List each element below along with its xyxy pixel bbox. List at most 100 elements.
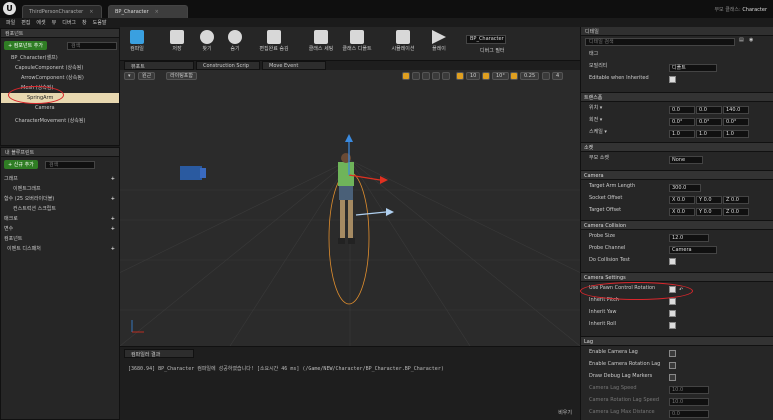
close-icon[interactable]: × [155, 9, 159, 15]
scale-icon[interactable] [422, 72, 430, 80]
socket-offset-x[interactable]: X 0.0 [669, 196, 695, 204]
do-collision-test-checkbox[interactable] [669, 258, 676, 265]
translate-icon[interactable] [402, 72, 410, 80]
probe-channel-select[interactable]: Camera [669, 246, 717, 254]
list-item-construction-script[interactable]: 컨스트럭션 스크립트 [1, 204, 119, 214]
add-graph-icon[interactable]: + [111, 174, 115, 184]
menu-file[interactable]: 파일 [6, 19, 15, 26]
blueprint-search-input[interactable]: 검색 [45, 161, 95, 169]
parent-class-link[interactable]: Character [742, 7, 767, 13]
lag-max-distance-input[interactable]: 0.0 [669, 410, 709, 418]
rotation-z[interactable]: 0.0° [723, 118, 749, 126]
rotation-snap-value[interactable]: 10° [492, 72, 509, 80]
scale-x[interactable]: 1.0 [669, 130, 695, 138]
section-lag[interactable]: Lag [581, 336, 773, 346]
surface-snap-icon[interactable] [442, 72, 450, 80]
inherit-roll-checkbox[interactable] [669, 322, 676, 329]
camera-speed-icon[interactable] [542, 72, 550, 80]
list-item-event-graph[interactable]: 이벤트그래프 [1, 184, 119, 194]
property-matrix-icon[interactable]: ▤ [739, 37, 744, 43]
close-icon[interactable]: × [89, 9, 93, 15]
grid-snap-icon[interactable] [456, 72, 464, 80]
tab-bp-character[interactable]: BP_Character × [108, 5, 188, 18]
rotation-snap-icon[interactable] [482, 72, 490, 80]
add-component-button[interactable]: + 컴포넌트 추가 [4, 41, 47, 50]
inherit-yaw-checkbox[interactable] [669, 310, 676, 317]
simulation-button[interactable]: 시뮬레이션 [388, 29, 418, 59]
draw-debug-lag-checkbox[interactable] [669, 374, 676, 381]
scale-z[interactable]: 1.0 [723, 130, 749, 138]
section-variables[interactable]: 변수 + [1, 224, 119, 234]
location-x[interactable]: 0.0 [669, 106, 695, 114]
inherit-pitch-checkbox[interactable] [669, 298, 676, 305]
lit-button[interactable]: 라이팅포함 [166, 72, 198, 80]
tab-viewport[interactable]: 뷰포트 [124, 61, 194, 70]
menu-edit[interactable]: 편집 [21, 19, 30, 26]
viewport[interactable]: ▾ 원근 라이팅포함 10 10° 0.25 4 [120, 70, 580, 346]
add-variable-icon[interactable]: + [111, 224, 115, 234]
mobility-select[interactable]: 디폴트 [669, 64, 717, 72]
add-function-icon[interactable]: + [111, 194, 115, 204]
add-dispatcher-icon[interactable]: + [111, 244, 115, 254]
compile-button[interactable]: 컴파일 [122, 29, 152, 59]
section-functions[interactable]: 함수 (25 오버라이더블) + [1, 194, 119, 204]
probe-size-input[interactable]: 12.0 [669, 234, 709, 242]
editable-checkbox[interactable] [669, 76, 676, 83]
rotation-x[interactable]: 0.0° [669, 118, 695, 126]
section-macros[interactable]: 매크로 + [1, 214, 119, 224]
menu-view[interactable]: 뷰 [52, 19, 57, 26]
tree-item-capsule[interactable]: CapsuleComponent (상속됨) [1, 63, 119, 73]
section-components[interactable]: 컴포넌트 [1, 234, 119, 244]
scale-y[interactable]: 1.0 [696, 130, 722, 138]
hide-unrelated-button[interactable]: 편집완료 숨김 [254, 29, 294, 59]
rotate-icon[interactable] [412, 72, 420, 80]
target-offset-x[interactable]: X 0.0 [669, 208, 695, 216]
socket-offset-y[interactable]: Y 0.0 [696, 196, 722, 204]
location-z[interactable]: 140.0 [723, 106, 749, 114]
rotation-lag-speed-input[interactable]: 10.0 [669, 398, 709, 406]
tree-item-arrow[interactable]: ArrowComponent (상속됨) [1, 73, 119, 83]
find-button[interactable]: 찾기 [192, 29, 222, 59]
tab-third-person-character[interactable]: ThirdPersonCharacter × [22, 5, 102, 18]
eye-icon[interactable]: ◉ [749, 37, 753, 43]
enable-camera-lag-checkbox[interactable] [669, 350, 676, 357]
add-new-button[interactable]: + 신규 추가 [4, 160, 38, 169]
world-icon[interactable] [432, 72, 440, 80]
tree-item-movement[interactable]: CharacterMovement (상속됨) [1, 116, 119, 126]
components-search-input[interactable]: 검색 [67, 42, 117, 50]
menu-help[interactable]: 도움말 [93, 19, 107, 26]
scale-snap-icon[interactable] [510, 72, 518, 80]
camera-speed-value[interactable]: 4 [552, 72, 564, 80]
menu-asset[interactable]: 에셋 [36, 19, 45, 26]
menu-window[interactable]: 창 [82, 19, 87, 26]
tree-item-self[interactable]: BP_Character(셀프) [1, 53, 119, 63]
viewport-menu-button[interactable]: ▾ [124, 72, 135, 80]
scale-snap-value[interactable]: 0.25 [520, 72, 540, 80]
class-settings-button[interactable]: 클래스 세팅 [306, 29, 336, 59]
class-defaults-button[interactable]: 클래스 디폴트 [342, 29, 372, 59]
parent-socket-select[interactable]: None [669, 156, 703, 164]
play-button[interactable]: 플레이 [424, 29, 454, 59]
section-camera[interactable]: Camera [581, 170, 773, 180]
section-graphs[interactable]: 그래프 + [1, 174, 119, 184]
tab-move-event[interactable]: Move Event [262, 61, 326, 70]
hide-button[interactable]: 숨기 [220, 29, 250, 59]
save-button[interactable]: 저장 [162, 29, 192, 59]
menu-debug[interactable]: 디버그 [62, 19, 76, 26]
tab-construction-script[interactable]: Construction Scrip [196, 61, 260, 70]
grid-size[interactable]: 10 [466, 72, 481, 80]
arm-length-input[interactable]: 300.0 [669, 184, 701, 192]
add-macro-icon[interactable]: + [111, 214, 115, 224]
section-camera-settings[interactable]: Camera Settings [581, 272, 773, 282]
target-offset-z[interactable]: Z 0.0 [723, 208, 749, 216]
details-search-input[interactable]: 디테일 검색 [585, 38, 735, 46]
target-offset-y[interactable]: Y 0.0 [696, 208, 722, 216]
socket-offset-z[interactable]: Z 0.0 [723, 196, 749, 204]
location-y[interactable]: 0.0 [696, 106, 722, 114]
enable-rotation-lag-checkbox[interactable] [669, 362, 676, 369]
section-event-dispatchers[interactable]: 이벤트 디스패처 + [1, 244, 119, 254]
tab-compiler-results[interactable]: 컴파일러 결과 [124, 349, 194, 358]
section-camera-collision[interactable]: Camera Collision [581, 220, 773, 230]
rotation-y[interactable]: 0.0° [696, 118, 722, 126]
perspective-button[interactable]: 원근 [138, 72, 156, 80]
